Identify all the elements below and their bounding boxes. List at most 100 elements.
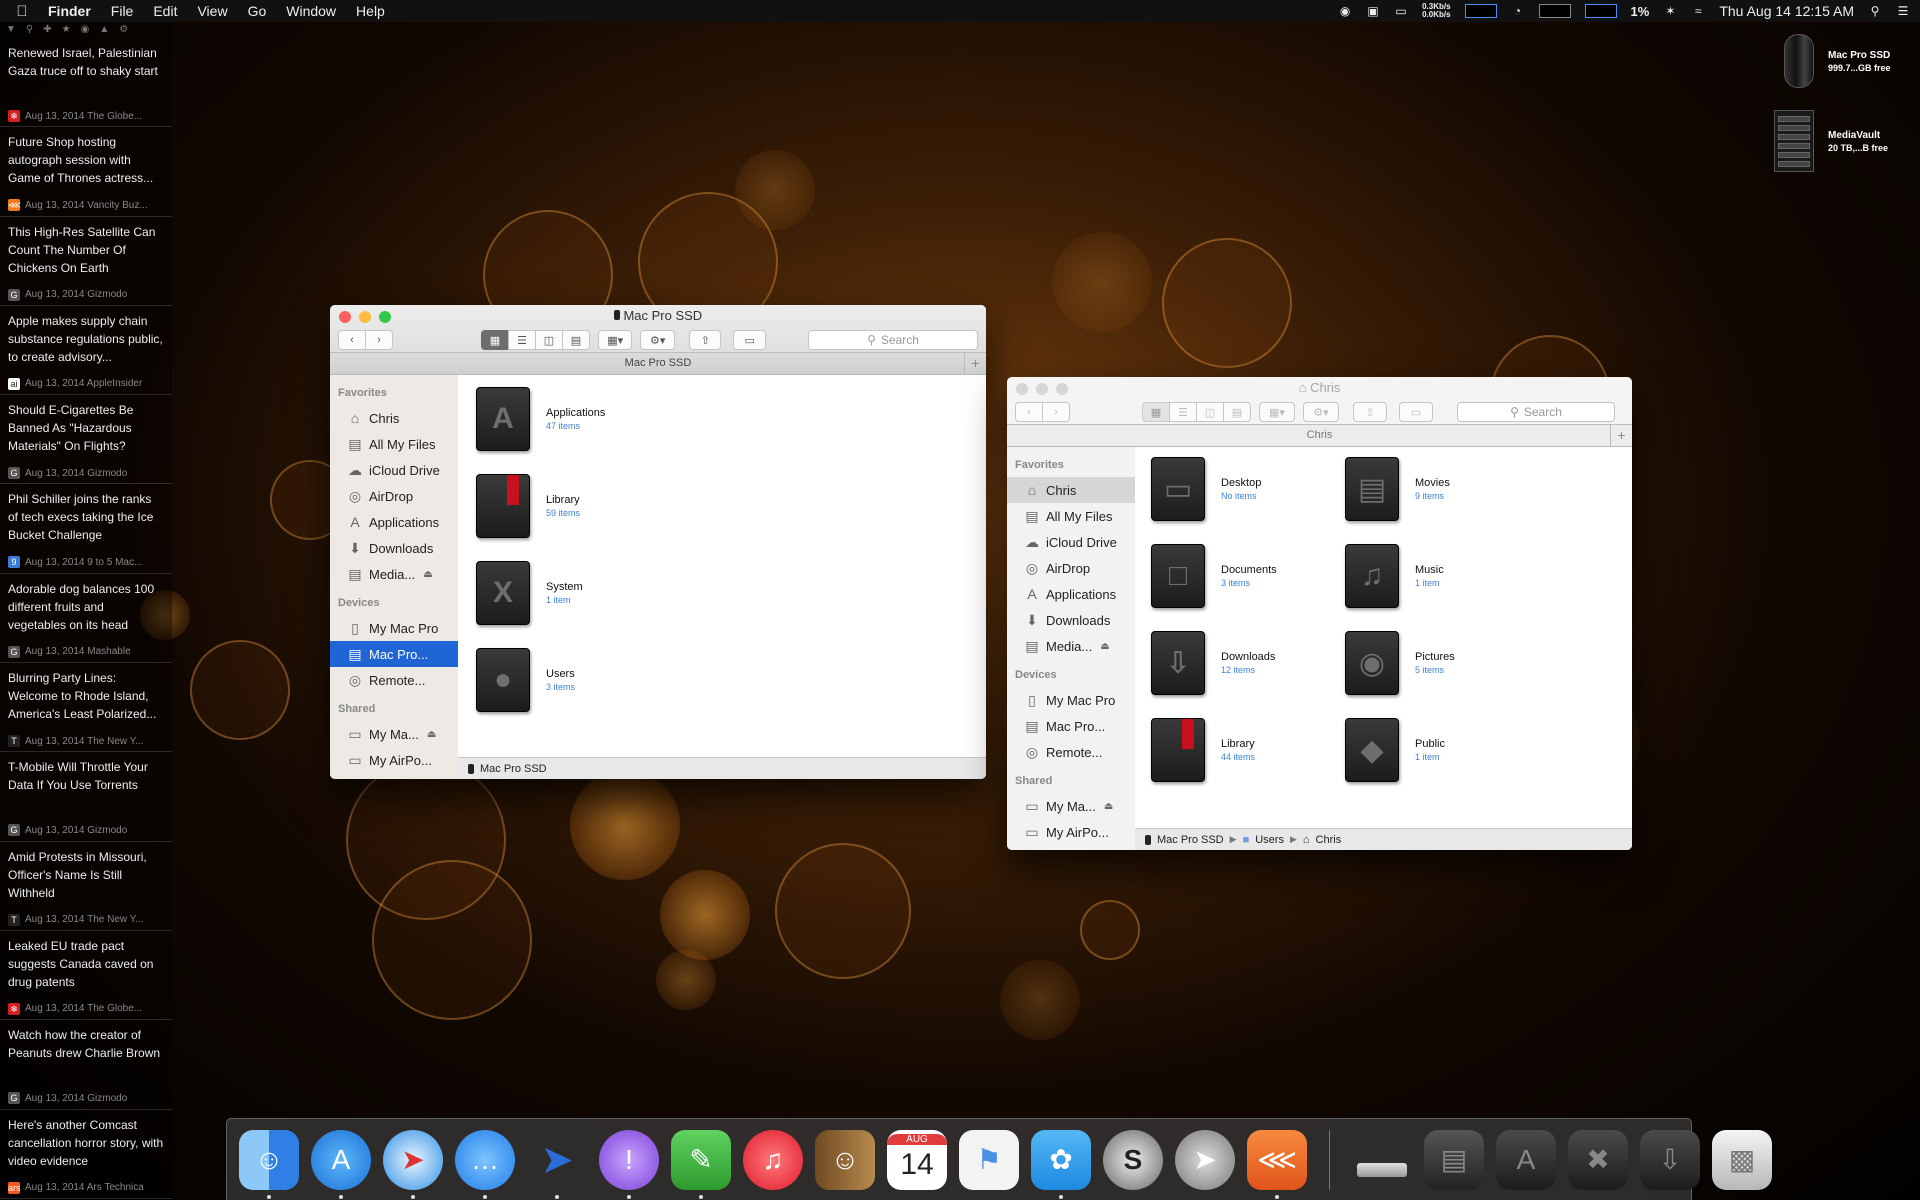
downloads-stack-icon[interactable]: ⇩: [1640, 1129, 1700, 1190]
twitter-icon[interactable]: ✿: [1031, 1129, 1091, 1199]
folder-system[interactable]: X System 1 item: [476, 561, 583, 625]
icon-view-button[interactable]: ▦: [481, 330, 509, 350]
gear-icon[interactable]: ⚙: [119, 24, 128, 36]
action-gear-button[interactable]: ⚙▾: [640, 330, 675, 350]
memory-graph[interactable]: [1538, 4, 1571, 18]
menu-go[interactable]: Go: [248, 3, 267, 19]
desktop-drive-mediavault[interactable]: MediaVault 20 TB,...B free: [1774, 110, 1908, 172]
search-field[interactable]: ⚲ Search: [808, 330, 978, 350]
news-item[interactable]: Future Shop hosting autograph session wi…: [0, 127, 172, 217]
sidebar-item-my-mac-pro[interactable]: ▯ My Mac Pro: [330, 615, 458, 641]
coverflow-view-button[interactable]: ▤: [562, 330, 590, 350]
disk-graph[interactable]: [1584, 4, 1617, 18]
usb-icon[interactable]: ▣: [1366, 4, 1380, 18]
arrange-button[interactable]: ▦▾: [1259, 402, 1295, 422]
news-item[interactable]: Apple makes supply chain substance regul…: [0, 306, 172, 396]
sidebar-item-airdrop[interactable]: ◎ AirDrop: [1007, 555, 1135, 581]
news-item[interactable]: Blurring Party Lines: Welcome to Rhode I…: [0, 663, 172, 753]
scrivener-icon[interactable]: S: [1103, 1129, 1163, 1190]
eject-icon[interactable]: ⏏: [1104, 801, 1113, 812]
menu-window[interactable]: Window: [286, 3, 336, 19]
contacts-icon[interactable]: ☺: [815, 1129, 875, 1190]
eye-icon[interactable]: ◉: [81, 24, 90, 36]
path-item-users[interactable]: Users: [1255, 834, 1284, 846]
alert-icon[interactable]: ▲: [99, 24, 109, 36]
messages-icon[interactable]: …: [455, 1129, 515, 1199]
clock-gauge-icon[interactable]: ◔: [1511, 4, 1525, 18]
sidebar-item-airdrop[interactable]: ◎ AirDrop: [330, 483, 458, 509]
folder-movies[interactable]: ▤ Movies 9 items: [1345, 457, 1450, 521]
eject-icon[interactable]: ⏏: [1100, 641, 1109, 652]
path-item-mac-pro-ssd[interactable]: Mac Pro SSD: [1157, 834, 1224, 846]
menu-file[interactable]: File: [111, 3, 134, 19]
search-icon[interactable]: ⚲: [26, 24, 33, 36]
sidebar-item-chris[interactable]: ⌂ Chris: [330, 405, 458, 431]
sidebar-item-icloud-drive[interactable]: ☁ iCloud Drive: [330, 457, 458, 483]
maps-icon[interactable]: ⚑: [959, 1129, 1019, 1190]
sidebar-item-all-my-files[interactable]: ▤ All My Files: [330, 431, 458, 457]
record-icon[interactable]: ◉: [1338, 4, 1352, 18]
documents-stack-icon[interactable]: ▤: [1424, 1129, 1484, 1190]
menu-edit[interactable]: Edit: [153, 3, 177, 19]
apple-menu-icon[interactable]: : [10, 3, 34, 20]
filter-icon[interactable]: ▼: [6, 24, 16, 36]
add-icon[interactable]: ✚: [43, 24, 51, 36]
menu-help[interactable]: Help: [356, 3, 385, 19]
sidebar-item-chris[interactable]: ⌂ Chris: [1007, 477, 1135, 503]
cpu-graph[interactable]: [1464, 4, 1497, 18]
folder-library[interactable]: Library 44 items: [1151, 718, 1255, 782]
bluetooth-icon[interactable]: ✶: [1663, 4, 1677, 18]
list-view-button[interactable]: ☰: [508, 330, 536, 350]
folder-documents[interactable]: □ Documents 3 items: [1151, 544, 1277, 608]
airplay-icon[interactable]: ▭: [1394, 4, 1408, 18]
column-view-button[interactable]: ◫: [535, 330, 563, 350]
folder-library[interactable]: Library 59 items: [476, 474, 580, 538]
spotlight-icon[interactable]: ⚲: [1868, 4, 1882, 18]
trash-icon[interactable]: ▩: [1712, 1129, 1772, 1190]
utilities-stack-icon[interactable]: ✖: [1568, 1129, 1628, 1190]
path-item[interactable]: Mac Pro SSD: [480, 763, 547, 775]
sidebar-item-all-my-files[interactable]: ▤ All My Files: [1007, 503, 1135, 529]
forward-button[interactable]: ›: [1042, 402, 1070, 422]
folder-desktop[interactable]: ▭ Desktop No items: [1151, 457, 1261, 521]
sidebar-item-my-airport[interactable]: ▭ My AirPo...: [1007, 819, 1135, 845]
wifi-icon[interactable]: ≈: [1691, 4, 1705, 18]
evernote-icon[interactable]: ✎: [671, 1129, 731, 1199]
sidebar-item-applications[interactable]: A Applications: [1007, 581, 1135, 607]
search-field[interactable]: ⚲ Search: [1457, 402, 1615, 422]
tags-button[interactable]: ▭: [1399, 402, 1433, 422]
eject-icon[interactable]: ⏏: [423, 569, 432, 580]
sidebar-item-mac-pro-ssd[interactable]: ▤ Mac Pro...: [330, 641, 458, 667]
sidebar-item-media[interactable]: ▤ Media... ⏏: [1007, 633, 1135, 659]
mac-mini-icon[interactable]: [1352, 1130, 1412, 1190]
news-item[interactable]: Should E-Cigarettes Be Banned As "Hazard…: [0, 395, 172, 485]
sidebar-item-downloads[interactable]: ⬇ Downloads: [330, 535, 458, 561]
new-tab-button[interactable]: +: [1610, 425, 1632, 446]
folder-users[interactable]: ● Users 3 items: [476, 648, 575, 712]
calendar-icon[interactable]: AUG 14: [887, 1129, 947, 1190]
folder-pictures[interactable]: ◉ Pictures 5 items: [1345, 631, 1455, 695]
tab-mac-pro-ssd[interactable]: Mac Pro SSD: [625, 357, 692, 369]
sidebar-item-my-mac-pro[interactable]: ▯ My Mac Pro: [1007, 687, 1135, 713]
folder-public[interactable]: ◆ Public 1 item: [1345, 718, 1445, 782]
sidebar-item-remote-disc[interactable]: ◎ Remote...: [330, 667, 458, 693]
folder-music[interactable]: ♫ Music 1 item: [1345, 544, 1444, 608]
menu-app-finder[interactable]: Finder: [48, 3, 91, 19]
desktop-drive-mac-pro-ssd[interactable]: Mac Pro SSD 999.7...GB free: [1784, 34, 1908, 88]
sidebar-item-media[interactable]: ▤ Media... ⏏: [330, 561, 458, 587]
reeder-rss-icon[interactable]: ⋘: [1247, 1129, 1307, 1199]
new-tab-button[interactable]: +: [964, 353, 986, 374]
cpu-percent[interactable]: 1%: [1631, 4, 1650, 19]
sidebar-item-icloud-drive[interactable]: ☁ iCloud Drive: [1007, 529, 1135, 555]
news-item[interactable]: T-Mobile Will Throttle Your Data If You …: [0, 752, 172, 842]
folder-downloads[interactable]: ⇩ Downloads 12 items: [1151, 631, 1275, 695]
sidebar-item-applications[interactable]: A Applications: [330, 509, 458, 535]
news-item[interactable]: Amid Protests in Missouri, Officer's Nam…: [0, 842, 172, 931]
arrange-button[interactable]: ▦▾: [598, 330, 633, 350]
sidebar-item-remote-disc[interactable]: ◎ Remote...: [1007, 739, 1135, 765]
news-item[interactable]: Phil Schiller joins the ranks of tech ex…: [0, 484, 172, 574]
action-gear-button[interactable]: ⚙▾: [1303, 402, 1339, 422]
share-button[interactable]: ⇧: [1353, 402, 1387, 422]
eject-icon[interactable]: ⏏: [427, 729, 436, 740]
notification-center-icon[interactable]: ☰: [1896, 4, 1910, 18]
